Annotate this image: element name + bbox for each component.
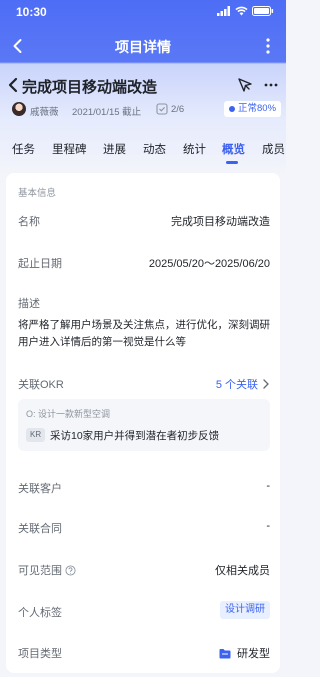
tab-bar: 任务 里程碑 进展 动态 统计 概览 成员 [0, 130, 286, 166]
nav-bar: 项目详情 [0, 28, 286, 64]
deadline: 2021/01/15 截止 [72, 107, 142, 118]
owner-name: 戚薇薇 [30, 107, 59, 118]
more-vertical-icon[interactable] [258, 36, 278, 56]
tab-milestones[interactable]: 里程碑 [52, 141, 87, 157]
description-text: 将严格了解用户场景及关注焦点，进行优化，深刻调研用户进入详情后的第一视觉是什么等 [18, 319, 270, 348]
type-value: 研发型 [237, 648, 270, 660]
customer-label: 关联客户 [18, 483, 62, 495]
task-progress: 2/6 [171, 104, 185, 115]
help-icon[interactable] [65, 565, 76, 576]
signal-icon [217, 6, 230, 16]
overview-card: 基本信息 名称 完成项目移动端改造 起止日期 2025/05/20～2025/0… [6, 173, 280, 673]
status-time: 10:30 [16, 5, 47, 19]
more-horizontal-icon[interactable] [262, 76, 280, 94]
tab-statistics[interactable]: 统计 [183, 141, 206, 157]
tab-overview[interactable]: 概览 [222, 141, 245, 157]
wifi-icon [235, 6, 248, 16]
customer-value: - [266, 480, 270, 492]
project-header: 完成项目移动端改造 戚薇薇 2021/01/15 截止 2/6 正常80% [0, 70, 286, 128]
status-dot-icon [229, 106, 235, 112]
okr-card[interactable]: O: 设计一款新型空调 KR 采访10家用户并得到潜在者初步反馈 [18, 399, 270, 451]
battery-icon [252, 6, 274, 16]
checkbox-icon [156, 103, 168, 115]
status-badge: 正常80% [224, 101, 282, 117]
project-meta: 戚薇薇 2021/01/15 截止 2/6 正常80% [0, 100, 286, 120]
status-icons [217, 6, 274, 16]
section-title: 基本信息 [18, 188, 57, 199]
visibility-value: 仅相关成员 [215, 565, 270, 577]
date-value: 2025/05/20～2025/06/20 [148, 258, 270, 270]
date-label: 起止日期 [18, 258, 62, 270]
status-text: 正常80% [238, 103, 277, 114]
tab-activity[interactable]: 动态 [143, 141, 166, 157]
name-value: 完成项目移动端改造 [171, 216, 270, 228]
name-label: 名称 [18, 216, 40, 228]
status-bar: 10:30 [0, 0, 286, 24]
tab-tasks[interactable]: 任务 [12, 141, 35, 157]
folder-icon [219, 648, 231, 658]
tag-chip[interactable]: 设计调研 [220, 601, 270, 619]
okr-objective: O: 设计一款新型空调 [26, 409, 111, 419]
kr-text: 采访10家用户并得到潜在者初步反馈 [50, 430, 220, 442]
type-label: 项目类型 [18, 648, 62, 660]
okr-link[interactable]: 5 个关联 [216, 376, 270, 392]
visibility-label-group: 可见范围 [18, 562, 76, 578]
visibility-label: 可见范围 [18, 565, 62, 577]
page-title: 项目详情 [115, 39, 171, 55]
active-tab-indicator [226, 161, 238, 164]
type-value-group: 研发型 [219, 645, 270, 661]
tag-label: 个人标签 [18, 607, 62, 619]
description-label: 描述 [18, 298, 40, 310]
tab-members[interactable]: 成员 [262, 141, 285, 157]
avatar [12, 102, 26, 116]
chevron-left-icon[interactable] [6, 76, 22, 94]
okr-link-text: 5 个关联 [215, 379, 258, 391]
project-title: 完成项目移动端改造 [22, 79, 158, 96]
okr-label: 关联OKR [18, 379, 64, 391]
ai-pin-icon[interactable] [236, 76, 254, 94]
contract-value: - [266, 520, 270, 532]
tab-progress[interactable]: 进展 [103, 141, 126, 157]
kr-tag: KR [26, 428, 46, 442]
chevron-right-icon [263, 379, 269, 389]
contract-label: 关联合同 [18, 523, 62, 535]
